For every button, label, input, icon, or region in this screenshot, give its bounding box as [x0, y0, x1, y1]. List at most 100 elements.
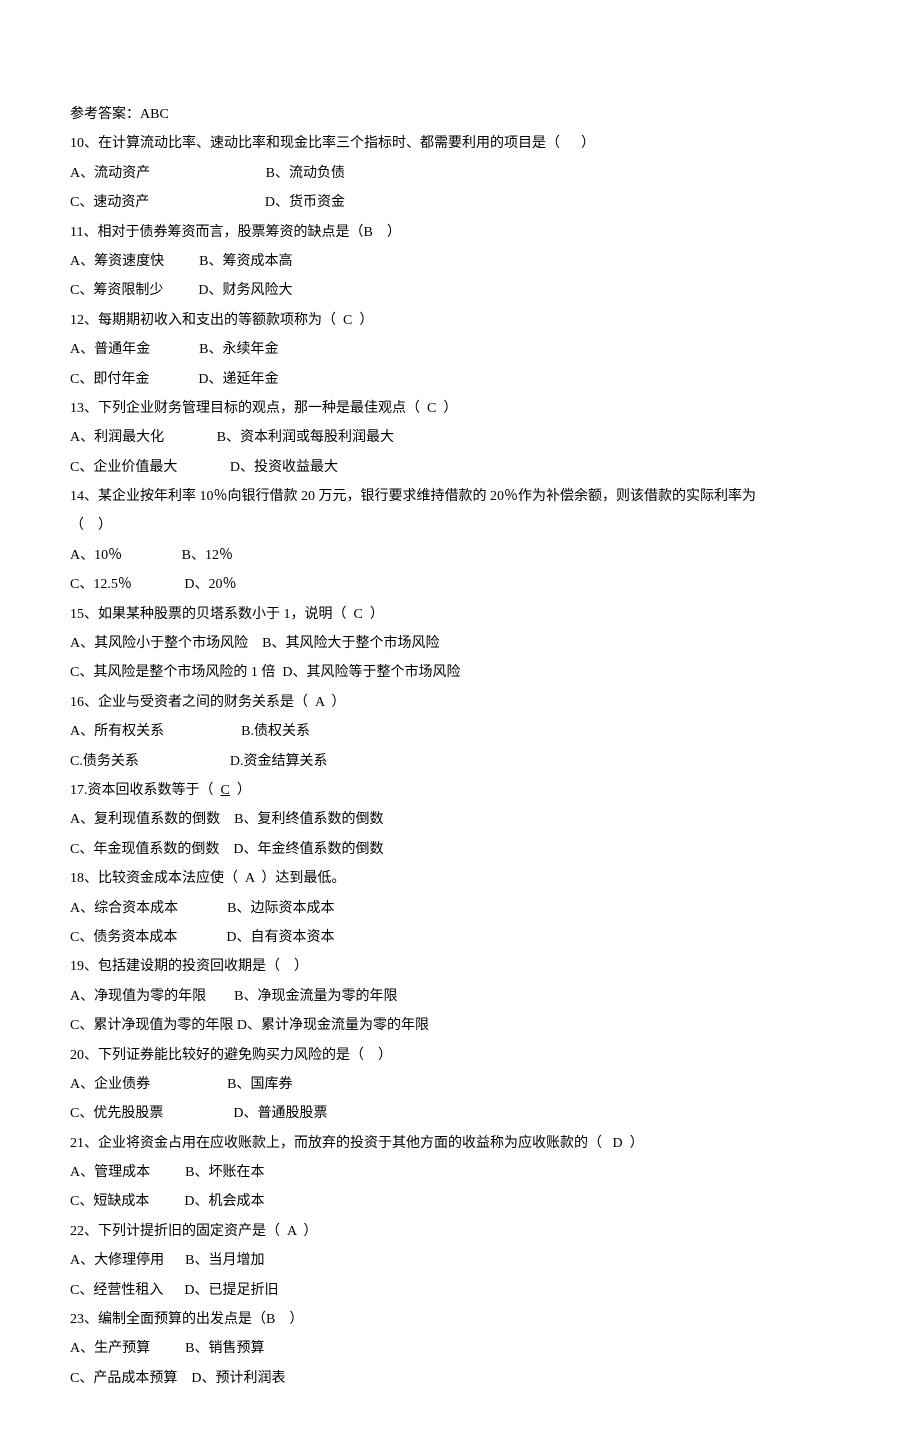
q19-row1: A、净现值为零的年限 B、净现金流量为零的年限	[70, 982, 850, 1011]
q14-row1: A、10％ B、12％	[70, 541, 850, 570]
q23-opt-a: A、生产预算	[70, 1341, 150, 1356]
q18-stem: 18、比较资金成本法应使（ A ）达到最低。	[70, 864, 850, 893]
q10-opt-c: C、速动资产	[70, 195, 149, 210]
q19-opt-b: B、净现金流量为零的年限	[234, 989, 397, 1004]
q15-opt-c: C、其风险是整个市场风险的 1 倍	[70, 665, 275, 680]
q11-opt-a: A、筹资速度快	[70, 254, 164, 269]
q21-stem: 21、企业将资金占用在应收账款上，而放弃的投资于其他方面的收益称为应收账款的（ …	[70, 1129, 850, 1158]
q18-opt-a: A、综合资本成本	[70, 901, 178, 916]
q20-row2: C、优先股股票 D、普通股股票	[70, 1099, 850, 1128]
q12-opt-a: A、普通年金	[70, 342, 150, 357]
q21-opt-c: C、短缺成本	[70, 1194, 149, 1209]
q21-row1: A、管理成本 B、坏账在本	[70, 1158, 850, 1187]
q23-stem: 23、编制全面预算的出发点是（B ）	[70, 1305, 850, 1334]
q19-opt-d: D、累计净现金流量为零的年限	[237, 1018, 429, 1033]
q18-row1: A、综合资本成本 B、边际资本成本	[70, 894, 850, 923]
q22-opt-c: C、经营性租入	[70, 1283, 163, 1298]
q16-stem: 16、企业与受资者之间的财务关系是（ A ）	[70, 688, 850, 717]
q23-opt-d: D、预计利润表	[191, 1371, 285, 1386]
q11-row2: C、筹资限制少 D、财务风险大	[70, 276, 850, 305]
q11-opt-b: B、筹资成本高	[199, 254, 292, 269]
q21-opt-a: A、管理成本	[70, 1165, 150, 1180]
q13-opt-d: D、投资收益最大	[230, 460, 338, 475]
q12-row2: C、即付年金 D、递延年金	[70, 365, 850, 394]
q20-opt-a: A、企业债券	[70, 1077, 150, 1092]
q22-row1: A、大修理停用 B、当月增加	[70, 1246, 850, 1275]
q12-opt-d: D、递延年金	[198, 372, 278, 387]
q17-row1: A、复利现值系数的倒数 B、复利终值系数的倒数	[70, 805, 850, 834]
q20-opt-b: B、国库券	[227, 1077, 292, 1092]
q21-opt-b: B、坏账在本	[185, 1165, 264, 1180]
q13-opt-b: B、资本利润或每股利润最大	[217, 430, 394, 445]
q21-row2: C、短缺成本 D、机会成本	[70, 1187, 850, 1216]
q20-row1: A、企业债券 B、国库券	[70, 1070, 850, 1099]
q22-row2: C、经营性租入 D、已提足折旧	[70, 1276, 850, 1305]
q14-opt-b: B、12％	[182, 548, 233, 563]
q17-answer-underline: C	[221, 783, 230, 798]
q20-opt-d: D、普通股股票	[233, 1106, 327, 1121]
q10-row2: C、速动资产 D、货币资金	[70, 188, 850, 217]
q19-opt-a: A、净现值为零的年限	[70, 989, 206, 1004]
q12-row1: A、普通年金 B、永续年金	[70, 335, 850, 364]
q10-opt-a: A、流动资产	[70, 166, 150, 181]
q16-row2: C.债务关系 D.资金结算关系	[70, 747, 850, 776]
q22-opt-b: B、当月增加	[185, 1253, 264, 1268]
q10-opt-b: B、流动负债	[266, 166, 345, 181]
q17-opt-a: A、复利现值系数的倒数	[70, 812, 220, 827]
q14-opt-c: C、12.5％	[70, 577, 132, 592]
q15-row2: C、其风险是整个市场风险的 1 倍 D、其风险等于整个市场风险	[70, 658, 850, 687]
q14-opt-d: D、20％	[184, 577, 236, 592]
q23-opt-c: C、产品成本预算	[70, 1371, 177, 1386]
q17-opt-b: B、复利终值系数的倒数	[234, 812, 383, 827]
q17-row2: C、年金现值系数的倒数 D、年金终值系数的倒数	[70, 835, 850, 864]
q15-opt-a: A、其风险小于整个市场风险	[70, 636, 248, 651]
q20-stem: 20、下列证券能比较好的避免购买力风险的是（ ）	[70, 1041, 850, 1070]
q10-opt-d: D、货币资金	[265, 195, 345, 210]
reference-answer: 参考答案：ABC	[70, 100, 850, 129]
q12-opt-b: B、永续年金	[199, 342, 278, 357]
q14-stem2: （ ）	[70, 511, 850, 540]
q15-stem: 15、如果某种股票的贝塔系数小于 1，说明（ C ）	[70, 600, 850, 629]
q18-opt-b: B、边际资本成本	[227, 901, 334, 916]
q18-row2: C、债务资本成本 D、自有资本资本	[70, 923, 850, 952]
q20-opt-c: C、优先股股票	[70, 1106, 163, 1121]
q13-opt-c: C、企业价值最大	[70, 460, 177, 475]
q18-opt-d: D、自有资本资本	[226, 930, 334, 945]
q16-opt-d: D.资金结算关系	[230, 754, 328, 769]
q10-stem: 10、在计算流动比率、速动比率和现金比率三个指标时、都需要利用的项目是（ ）	[70, 129, 850, 158]
q17-opt-c: C、年金现值系数的倒数	[70, 842, 219, 857]
document-page: 参考答案：ABC 10、在计算流动比率、速动比率和现金比率三个指标时、都需要利用…	[0, 0, 920, 1453]
q15-opt-b: B、其风险大于整个市场风险	[262, 636, 439, 651]
q23-row2: C、产品成本预算 D、预计利润表	[70, 1364, 850, 1393]
q15-opt-d: D、其风险等于整个市场风险	[282, 665, 460, 680]
q22-stem: 22、下列计提折旧的固定资产是（ A ）	[70, 1217, 850, 1246]
q14-stem1: 14、某企业按年利率 10％向银行借款 20 万元，银行要求维持借款的 20％作…	[70, 482, 850, 511]
q15-row1: A、其风险小于整个市场风险 B、其风险大于整个市场风险	[70, 629, 850, 658]
q10-row1: A、流动资产 B、流动负债	[70, 159, 850, 188]
q22-opt-a: A、大修理停用	[70, 1253, 164, 1268]
q16-opt-b: B.债权关系	[241, 724, 310, 739]
q13-stem: 13、下列企业财务管理目标的观点，那一种是最佳观点（ C ）	[70, 394, 850, 423]
q14-row2: C、12.5％ D、20％	[70, 570, 850, 599]
q11-stem: 11、相对于债券筹资而言，股票筹资的缺点是（B ）	[70, 218, 850, 247]
q21-opt-d: D、机会成本	[184, 1194, 264, 1209]
q18-opt-c: C、债务资本成本	[70, 930, 177, 945]
q19-opt-c: C、累计净现值为零的年限	[70, 1018, 233, 1033]
q13-opt-a: A、利润最大化	[70, 430, 164, 445]
q14-opt-a: A、10％	[70, 548, 122, 563]
q11-opt-d: D、财务风险大	[198, 283, 292, 298]
q11-opt-c: C、筹资限制少	[70, 283, 163, 298]
q16-opt-c: C.债务关系	[70, 754, 139, 769]
q23-row1: A、生产预算 B、销售预算	[70, 1334, 850, 1363]
q13-row2: C、企业价值最大 D、投资收益最大	[70, 453, 850, 482]
q12-opt-c: C、即付年金	[70, 372, 149, 387]
q11-row1: A、筹资速度快 B、筹资成本高	[70, 247, 850, 276]
q13-row1: A、利润最大化 B、资本利润或每股利润最大	[70, 423, 850, 452]
q22-opt-d: D、已提足折旧	[184, 1283, 278, 1298]
q16-opt-a: A、所有权关系	[70, 724, 164, 739]
q19-row2: C、累计净现值为零的年限 D、累计净现金流量为零的年限	[70, 1011, 850, 1040]
q17-stem: 17.资本回收系数等于（ C ）	[70, 776, 850, 805]
q19-stem: 19、包括建设期的投资回收期是（ ）	[70, 952, 850, 981]
q17-opt-d: D、年金终值系数的倒数	[233, 842, 383, 857]
q23-opt-b: B、销售预算	[185, 1341, 264, 1356]
